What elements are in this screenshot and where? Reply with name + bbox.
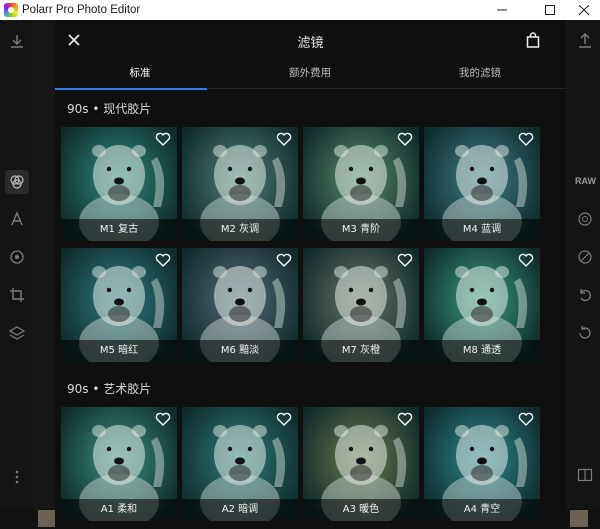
favorite-heart-icon[interactable] — [155, 132, 171, 146]
retouch-tool-icon[interactable] — [8, 248, 26, 266]
tab-standard[interactable]: 标准 — [55, 60, 225, 90]
filter-card[interactable]: M8 通透 — [424, 248, 540, 362]
filter-label: M1 复古 — [61, 219, 177, 241]
filter-card[interactable]: M6 黯淡 — [182, 248, 298, 362]
import-icon[interactable] — [8, 32, 26, 50]
favorite-heart-icon[interactable] — [276, 132, 292, 146]
filter-label: A4 青空 — [424, 499, 540, 521]
favorite-heart-icon[interactable] — [518, 132, 534, 146]
filter-label: M7 灰橙 — [303, 340, 419, 362]
filter-label: A3 暖色 — [303, 499, 419, 521]
text-tool-icon[interactable] — [8, 210, 26, 228]
filmstrip-thumbnail[interactable] — [570, 510, 588, 527]
filter-card[interactable]: M7 灰橙 — [303, 248, 419, 362]
filter-card[interactable]: M5 暗红 — [61, 248, 177, 362]
close-window-button[interactable] — [564, 0, 600, 20]
favorite-heart-icon[interactable] — [276, 253, 292, 267]
undo-icon[interactable] — [576, 286, 594, 304]
favorite-heart-icon[interactable] — [397, 132, 413, 146]
window-titlebar: Polarr Pro Photo Editor — [0, 0, 600, 20]
section-title: 90s • 艺术胶片 — [67, 382, 152, 396]
filter-card[interactable]: M2 灰调 — [182, 127, 298, 241]
crop-tool-icon[interactable] — [8, 286, 26, 304]
filter-card[interactable]: M1 复古 — [61, 127, 177, 241]
right-tool-rail: RAW — [570, 20, 600, 529]
raw-label[interactable]: RAW — [575, 176, 596, 186]
filter-label: A1 柔和 — [61, 499, 177, 521]
disable-icon[interactable] — [576, 248, 594, 266]
shopping-bag-icon — [526, 32, 540, 48]
favorite-heart-icon[interactable] — [276, 412, 292, 426]
filter-card[interactable]: A1 柔和 — [61, 407, 177, 521]
filter-label: M6 黯淡 — [182, 340, 298, 362]
dialog-title: 滤镜 — [297, 36, 324, 51]
maximize-icon — [545, 5, 555, 15]
more-options-icon[interactable] — [8, 468, 26, 486]
filter-card[interactable]: A4 青空 — [424, 407, 540, 521]
app-logo-icon — [4, 3, 18, 17]
favorite-heart-icon[interactable] — [155, 412, 171, 426]
tab-my-filters[interactable]: 我的滤镜 — [395, 60, 565, 89]
favorite-heart-icon[interactable] — [397, 412, 413, 426]
store-button[interactable] — [526, 32, 540, 48]
filter-card[interactable]: A3 暖色 — [303, 407, 419, 521]
left-tool-rail — [0, 20, 34, 529]
close-window-icon — [579, 5, 589, 15]
filter-label: M2 灰调 — [182, 219, 298, 241]
export-icon[interactable] — [576, 32, 594, 50]
filters-dialog: 滤镜 标准 额外费用 我的滤镜 90s • 现代胶片 90s • 艺术胶片 M1… — [55, 20, 566, 529]
favorite-heart-icon[interactable] — [518, 253, 534, 267]
minimize-icon — [497, 9, 507, 11]
favorite-heart-icon[interactable] — [518, 412, 534, 426]
filter-card[interactable]: M3 青阶 — [303, 127, 419, 241]
lens-icon[interactable] — [576, 210, 594, 228]
window-title: Polarr Pro Photo Editor — [22, 4, 141, 16]
history-icon[interactable] — [576, 324, 594, 342]
dialog-header: 滤镜 — [55, 20, 566, 60]
compare-icon[interactable] — [576, 466, 594, 484]
minimize-button[interactable] — [482, 0, 522, 20]
filmstrip-thumbnail[interactable] — [38, 510, 56, 527]
section-title: 90s • 现代胶片 — [67, 102, 152, 116]
filter-tabs: 标准 额外费用 我的滤镜 — [55, 60, 566, 90]
filter-label: M8 通透 — [424, 340, 540, 362]
layers-tool-icon[interactable] — [8, 324, 26, 342]
filter-label: A2 暗调 — [182, 499, 298, 521]
tab-premium[interactable]: 额外费用 — [225, 60, 395, 89]
filters-tool-icon[interactable] — [5, 170, 29, 194]
favorite-heart-icon[interactable] — [155, 253, 171, 267]
filter-card[interactable]: M4 蓝调 — [424, 127, 540, 241]
favorite-heart-icon[interactable] — [397, 253, 413, 267]
filter-label: M5 暗红 — [61, 340, 177, 362]
filter-label: M4 蓝调 — [424, 219, 540, 241]
filter-card[interactable]: A2 暗调 — [182, 407, 298, 521]
filter-label: M3 青阶 — [303, 219, 419, 241]
